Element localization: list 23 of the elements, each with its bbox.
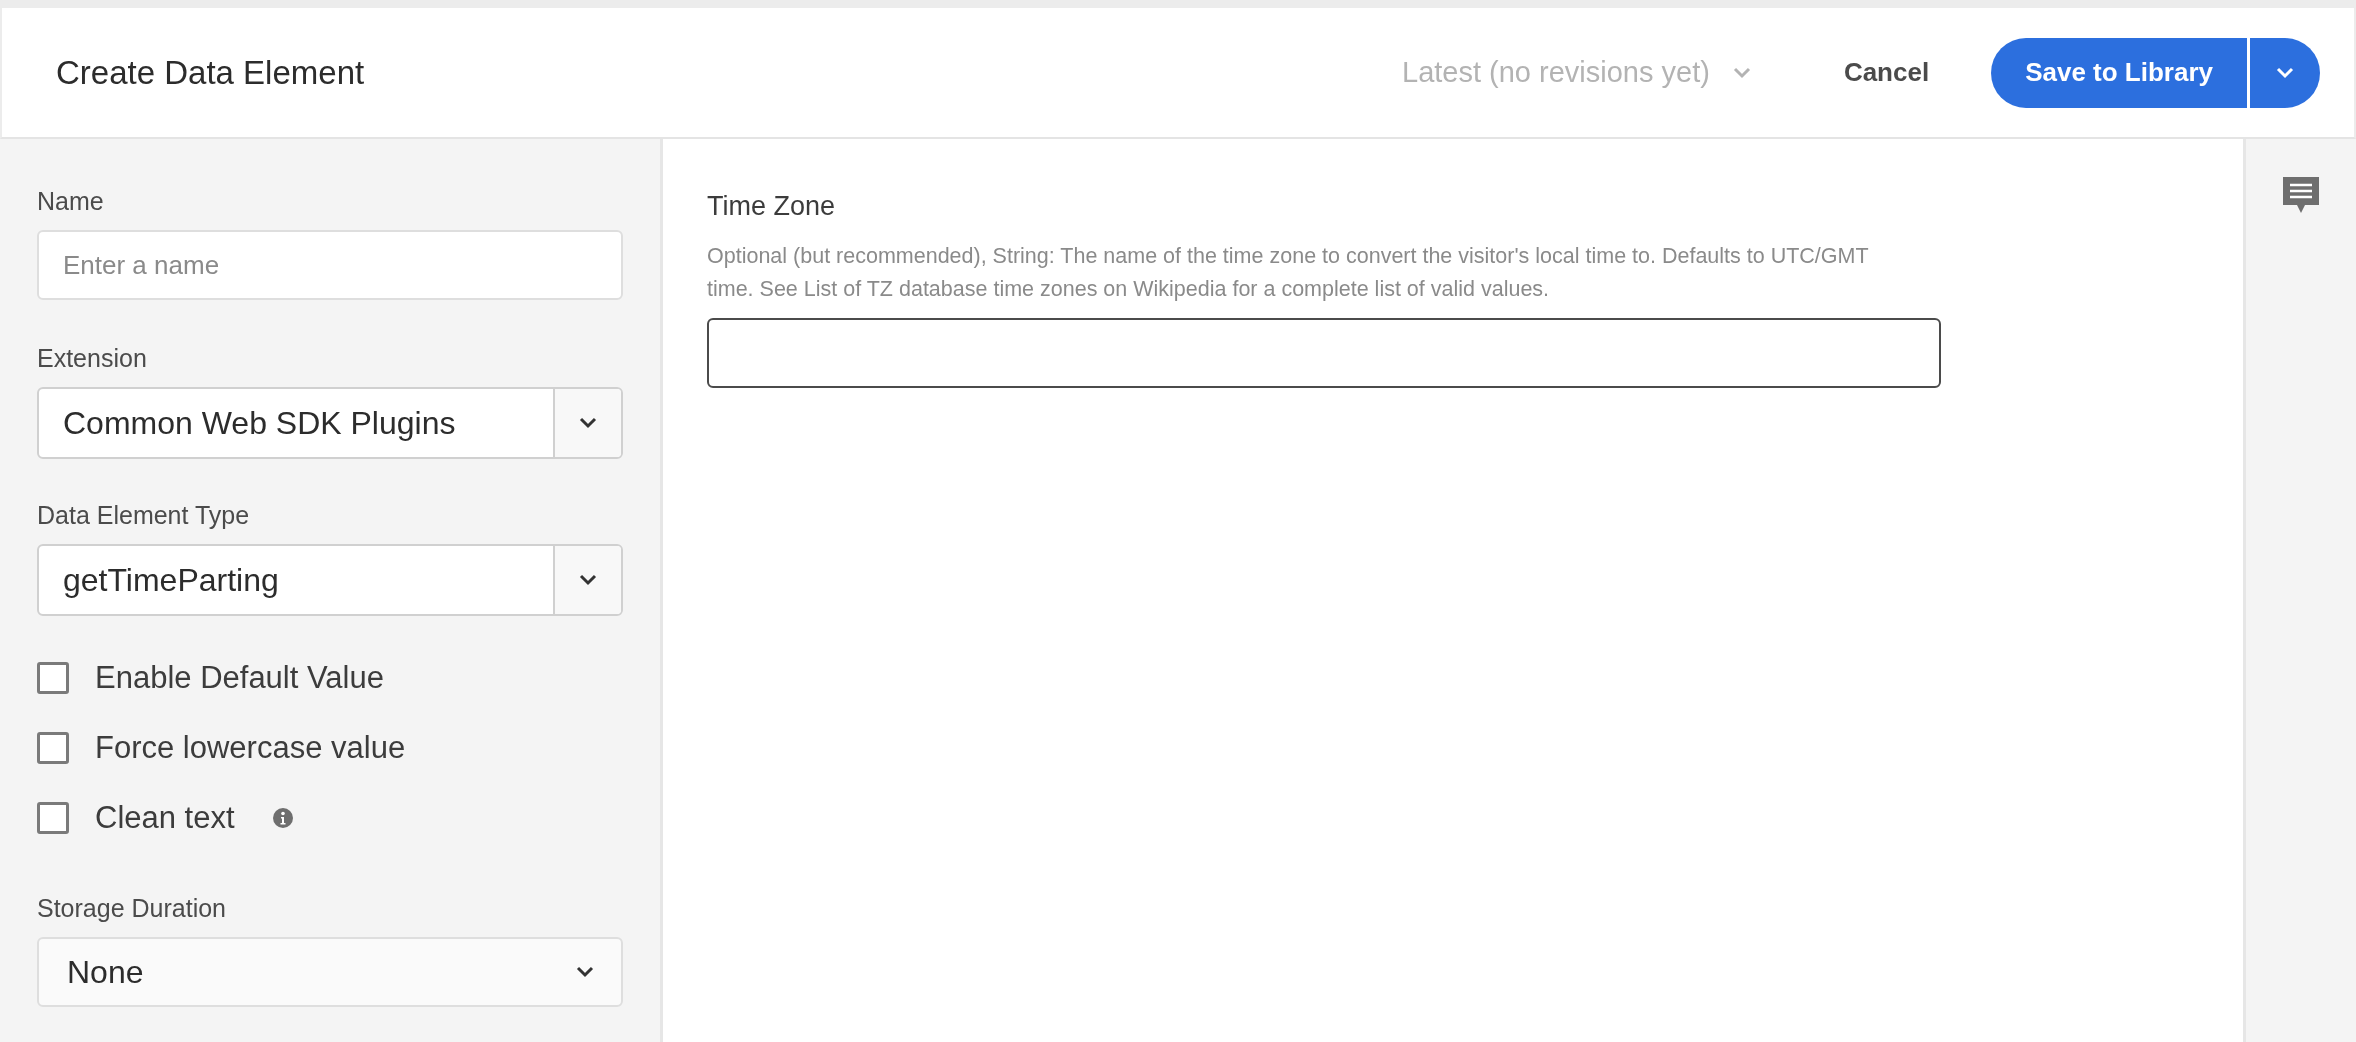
checkbox[interactable] [37,802,69,834]
save-options-button[interactable] [2250,37,2320,108]
save-button[interactable]: Save to Library [1991,37,2247,108]
chevron-icon [2275,65,2295,80]
field-label: Data Element Type [37,501,251,530]
field-label: Storage Duration [37,894,227,923]
checkbox[interactable] [37,662,69,694]
checkbox[interactable] [37,732,69,764]
field-label: Name [37,187,105,216]
checkbox-label: Enable Default Value [95,660,384,696]
field-label: Extension [37,344,148,373]
field-label: Time Zone [707,191,837,222]
chevron-icon [1731,65,1752,80]
checkbox-label: Clean text [95,800,235,836]
help-text: Optional (but recommended), String: The name of the time zone to convert the visitor's local time to. Defaults to UTC/GMT time. See List of TZ database time zones on Wikipedia for a complete list of valid values. [707,243,1870,303]
chevron-icon [575,965,595,979]
checkbox-label: Force lowercase value [95,730,406,766]
duration-dropdown[interactable]: None [37,937,623,1007]
time-zone-field[interactable] [707,318,1941,388]
name-field[interactable]: Enter a name [37,230,623,300]
cancel-button[interactable]: Cancel [1843,47,1930,98]
info-icon[interactable] [272,808,293,828]
page-title: Create Data Element [56,53,366,92]
